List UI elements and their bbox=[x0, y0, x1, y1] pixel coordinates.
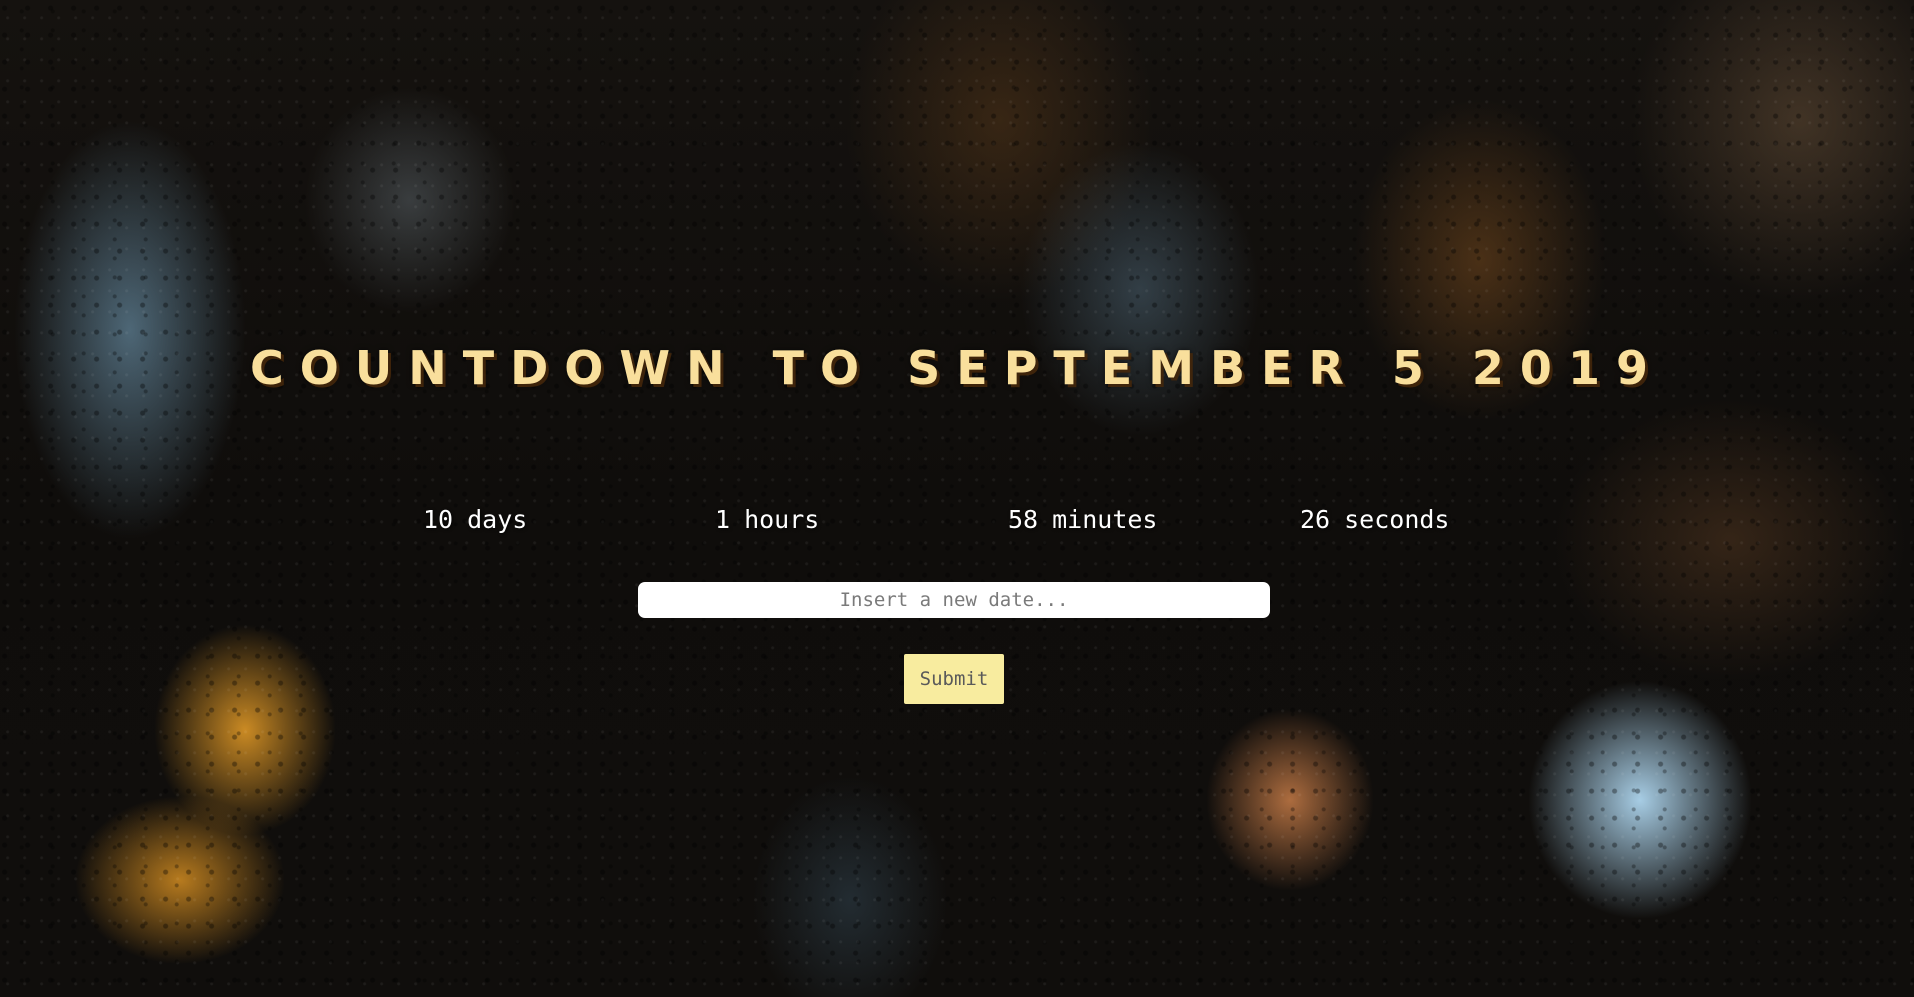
hours-label: hours bbox=[744, 505, 820, 534]
submit-button[interactable]: Submit bbox=[904, 654, 1004, 704]
days-label: days bbox=[467, 505, 528, 534]
countdown-display: 10 days 1 hours 58 minutes 26 seconds bbox=[0, 503, 1914, 537]
countdown-days: 10 days bbox=[423, 503, 527, 537]
minutes-label: minutes bbox=[1052, 505, 1158, 534]
seconds-value: 26 bbox=[1300, 505, 1331, 534]
days-value: 10 bbox=[423, 505, 454, 534]
minutes-value: 58 bbox=[1008, 505, 1039, 534]
countdown-page: Countdown to September 5 2019 10 days 1 ho… bbox=[0, 0, 1914, 997]
new-date-input[interactable] bbox=[638, 582, 1270, 618]
countdown-hours: 1 hours bbox=[715, 503, 819, 537]
seconds-label: seconds bbox=[1344, 505, 1450, 534]
countdown-minutes: 58 minutes bbox=[1008, 503, 1157, 537]
countdown-seconds: 26 seconds bbox=[1300, 503, 1449, 537]
hours-value: 1 bbox=[715, 505, 731, 534]
page-title: Countdown to September 5 2019 bbox=[250, 341, 1664, 395]
